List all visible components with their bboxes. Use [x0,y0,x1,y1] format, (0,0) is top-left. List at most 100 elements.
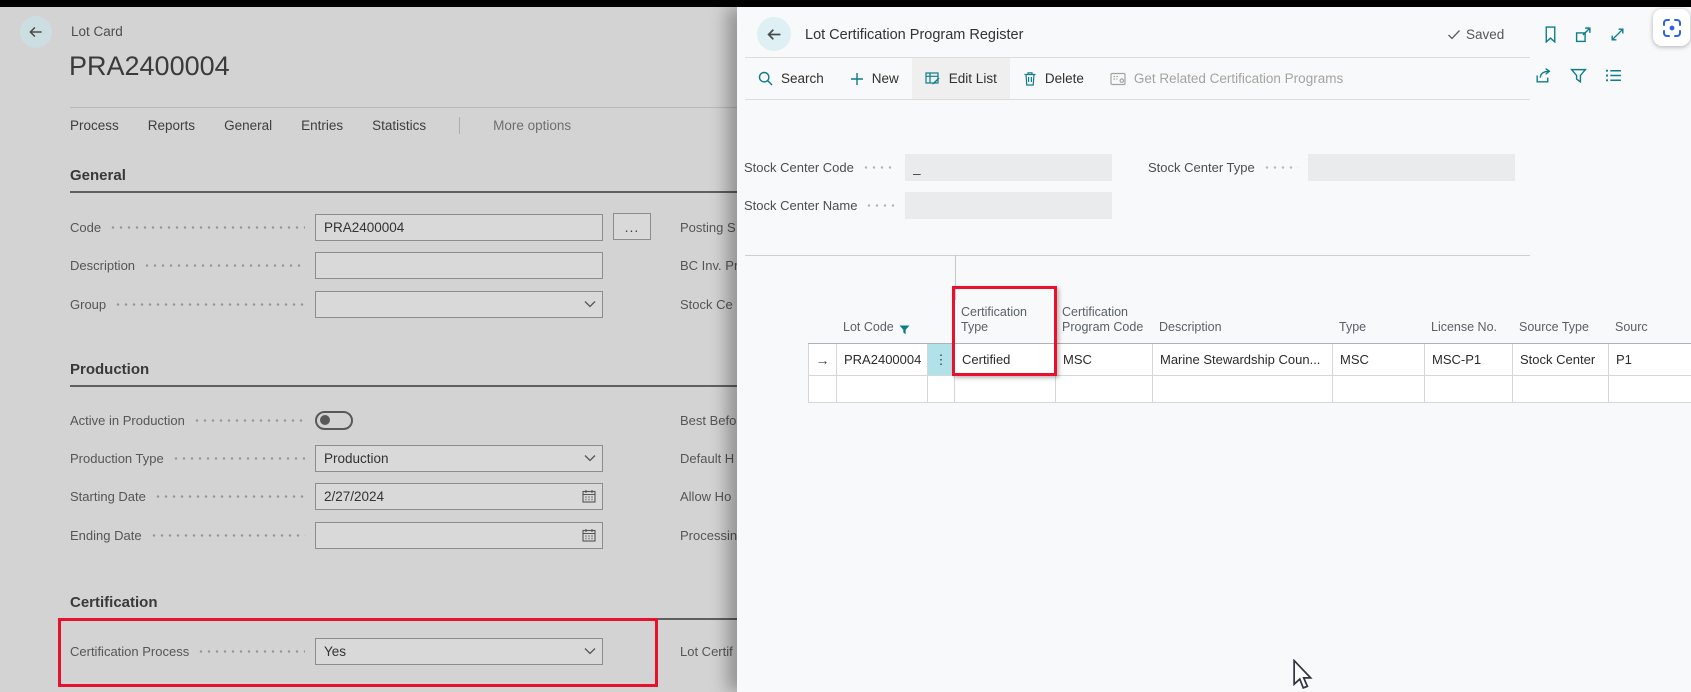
dotted-leader [172,457,305,460]
delete-button[interactable]: Delete [1010,58,1097,99]
tab-process[interactable]: Process [70,118,119,133]
stock-center-type-row: Stock Center Type [1148,154,1515,181]
description-input[interactable] [315,252,603,279]
cell-lot-code[interactable] [837,376,928,403]
calendar-icon[interactable] [582,489,596,503]
cell-source[interactable] [1609,376,1691,403]
production-type-dropdown[interactable]: Production [315,445,603,472]
bookmark-icon[interactable] [1543,26,1558,43]
back-button[interactable] [757,17,791,51]
col-header-license-no[interactable]: License No. [1425,299,1513,344]
header-actions [1543,26,1626,43]
col-header-type[interactable]: Type [1333,299,1425,344]
section-production-title: Production [70,361,149,378]
chevron-down-icon [584,300,596,308]
stock-center-code-row: Stock Center Code [744,154,1112,181]
starting-date-label: Starting Date [70,489,146,504]
stock-center-name-row: Stock Center Name [744,192,1112,219]
active-in-production-toggle[interactable] [315,411,353,430]
section-general-title: General [70,167,126,184]
col-header-lot-code[interactable]: Lot Code [837,299,928,344]
filter-icon[interactable] [1570,67,1587,84]
cell-description[interactable]: Marine Stewardship Coun... [1153,344,1333,376]
edit-list-button[interactable]: Edit List [912,58,1010,99]
certification-programs-table: Lot Code Certification Type Certificatio… [808,299,1691,403]
field-row-code: Code PRA2400004 ... [70,213,603,241]
code-input[interactable]: PRA2400004 [315,214,603,241]
cell-license-no[interactable]: MSC-P1 [1425,344,1513,376]
description-label: Description [70,258,135,273]
bc-inv-label: BC Inv. Pr [680,251,737,279]
certificate-icon [1110,72,1126,86]
toolbar-divider-bottom [745,99,1530,100]
dotted-leader [143,264,305,267]
field-row-description: Description [70,251,603,279]
col-header-source[interactable]: Sourc [1609,299,1691,344]
cell-lot-code[interactable]: PRA2400004 [837,344,928,376]
cell-menu-button[interactable]: ⋮ [928,344,955,376]
cell-source[interactable]: P1 [1609,344,1691,376]
action-toolbar: Search New Edit List Delete [745,58,1530,99]
cell-certification-type[interactable] [955,376,1056,403]
col-header-certification-program-code[interactable]: Certification Program Code [1056,299,1153,344]
dotted-leader [154,495,305,498]
stock-center-code-input[interactable] [905,154,1112,181]
record-title: PRA2400004 [69,51,230,82]
stock-center-label: Stock Ce [680,290,733,318]
cell-license-no[interactable] [1425,376,1513,403]
back-button[interactable] [20,16,52,48]
edit-list-icon [925,71,941,86]
stock-center-code-label: Stock Center Code [744,160,854,175]
funnel-filled-icon [899,325,910,335]
col-header-source-type[interactable]: Source Type [1513,299,1609,344]
tab-general[interactable]: General [224,118,272,133]
cell-certification-program-code[interactable]: MSC [1056,344,1153,376]
highlight-box-certification-process [58,618,658,687]
arrow-left-icon [765,25,784,44]
cell-source-type[interactable] [1513,376,1609,403]
field-row-starting-date: Starting Date 2/27/2024 [70,482,603,510]
highlight-box-certification-type [952,286,1057,376]
field-row-production-type: Production Type Production [70,444,603,472]
row-marker-cell [808,376,837,403]
tab-statistics[interactable]: Statistics [372,118,426,133]
tab-reports[interactable]: Reports [148,118,195,133]
field-row-active-in-production: Active in Production [70,406,603,434]
get-related-certification-programs-button[interactable]: Get Related Certification Programs [1097,58,1356,99]
starting-date-input[interactable]: 2/27/2024 [315,483,603,510]
col-header-description[interactable]: Description [1153,299,1333,344]
row-marker-cell: → [808,344,837,376]
open-in-window-icon[interactable] [1575,26,1592,43]
dotted-leader [150,534,305,537]
ending-date-label: Ending Date [70,528,142,543]
col-header-cell-menu [928,299,955,344]
allow-ho-label: Allow Ho [680,482,731,510]
lot-card-page: Lot Card PRA2400004 Process Reports Gene… [0,7,737,692]
list-icon[interactable] [1605,67,1622,84]
title-divider [70,107,737,108]
group-dropdown[interactable] [315,291,603,318]
new-button[interactable]: New [837,58,912,99]
cell-source-type[interactable]: Stock Center [1513,344,1609,376]
field-row-ending-date: Ending Date [70,521,603,549]
cell-certification-program-code[interactable] [1056,376,1153,403]
expand-icon[interactable] [1609,26,1626,43]
share-icon[interactable] [1534,67,1552,84]
search-button[interactable]: Search [745,58,837,99]
calendar-icon[interactable] [582,528,596,542]
tab-entries[interactable]: Entries [301,118,343,133]
stock-center-type-input[interactable] [1308,154,1515,181]
assist-edit-button[interactable]: ... [613,213,651,240]
tab-more-options[interactable]: More options [493,118,571,133]
cell-type[interactable] [1333,376,1425,403]
screen-capture-button[interactable] [1653,9,1690,46]
cell-menu[interactable] [928,376,955,403]
arrow-left-icon [27,23,45,41]
cell-type[interactable]: MSC [1333,344,1425,376]
stock-center-name-input[interactable] [905,192,1112,219]
code-value: PRA2400004 [324,220,404,235]
ending-date-input[interactable] [315,522,603,549]
toggle-knob [320,415,330,425]
chevron-down-icon [584,454,596,462]
cell-description[interactable] [1153,376,1333,403]
